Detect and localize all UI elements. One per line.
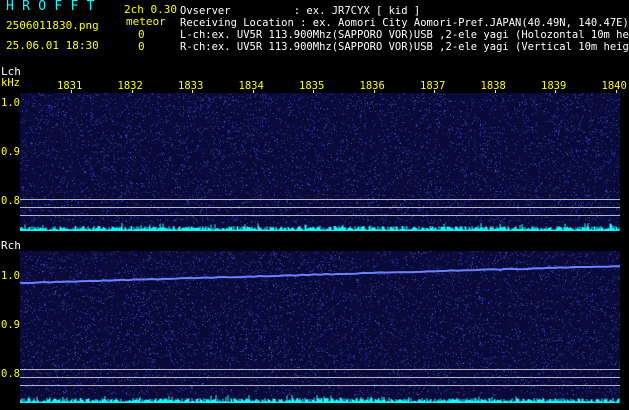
lch-spectrogram-svg: [20, 93, 620, 231]
time-label-1835: 1835: [299, 80, 325, 92]
lch-spectrogram: [20, 93, 620, 231]
lch-ylabel-2: 0.9: [1, 146, 20, 158]
rch-spectrogram-svg: [20, 251, 620, 403]
lch-info-line: L-ch:ex. UV5R 113.900Mhz(SAPPORO VOR)USB…: [180, 29, 629, 41]
count-rch: 0: [138, 40, 145, 53]
lch-ylabel-3: 0.8: [1, 195, 20, 207]
filename-label: 2506011830.png: [6, 19, 99, 32]
hrofft-window: HROFFT 2ch 0.30 meteor 2506011830.png 25…: [0, 0, 629, 410]
rch-info-line: R-ch:ex. UV5R 113.900Mhz(SAPPORO VOR)USB…: [180, 41, 629, 53]
app-title: HROFFT: [6, 0, 103, 14]
time-label-1833: 1833: [178, 80, 204, 92]
time-label-1838: 1838: [480, 80, 506, 92]
datetime-label: 25.06.01 18:30: [6, 39, 99, 52]
observer-line: Ovserver : ex. JR7CYX [ kid ]: [180, 5, 421, 17]
time-label-1837: 1837: [420, 80, 446, 92]
location-line: Receiving Location : ex. Aomori City Aom…: [180, 17, 629, 29]
rch-ylabel-2: 0.9: [1, 319, 20, 331]
carrier-trace: [20, 265, 620, 285]
time-label-1834: 1834: [238, 80, 264, 92]
time-label-1831: 1831: [57, 80, 83, 92]
rch-spectrogram: [20, 251, 620, 403]
rch-ylabel-3: 0.8: [1, 368, 20, 380]
time-label-1839: 1839: [541, 80, 567, 92]
rch-label: Rch: [1, 239, 21, 252]
mode-label: meteor: [126, 15, 166, 28]
time-label-1832: 1832: [117, 80, 143, 92]
time-label-1840: 1840: [601, 80, 627, 92]
lch-ylabel-1: 1.0: [1, 97, 20, 109]
signal-strength-bars: [20, 223, 620, 231]
unit-label: kHz: [1, 77, 20, 89]
signal-strength-bars: [20, 395, 620, 403]
time-label-1836: 1836: [359, 80, 385, 92]
rch-ylabel-1: 1.0: [1, 270, 20, 282]
